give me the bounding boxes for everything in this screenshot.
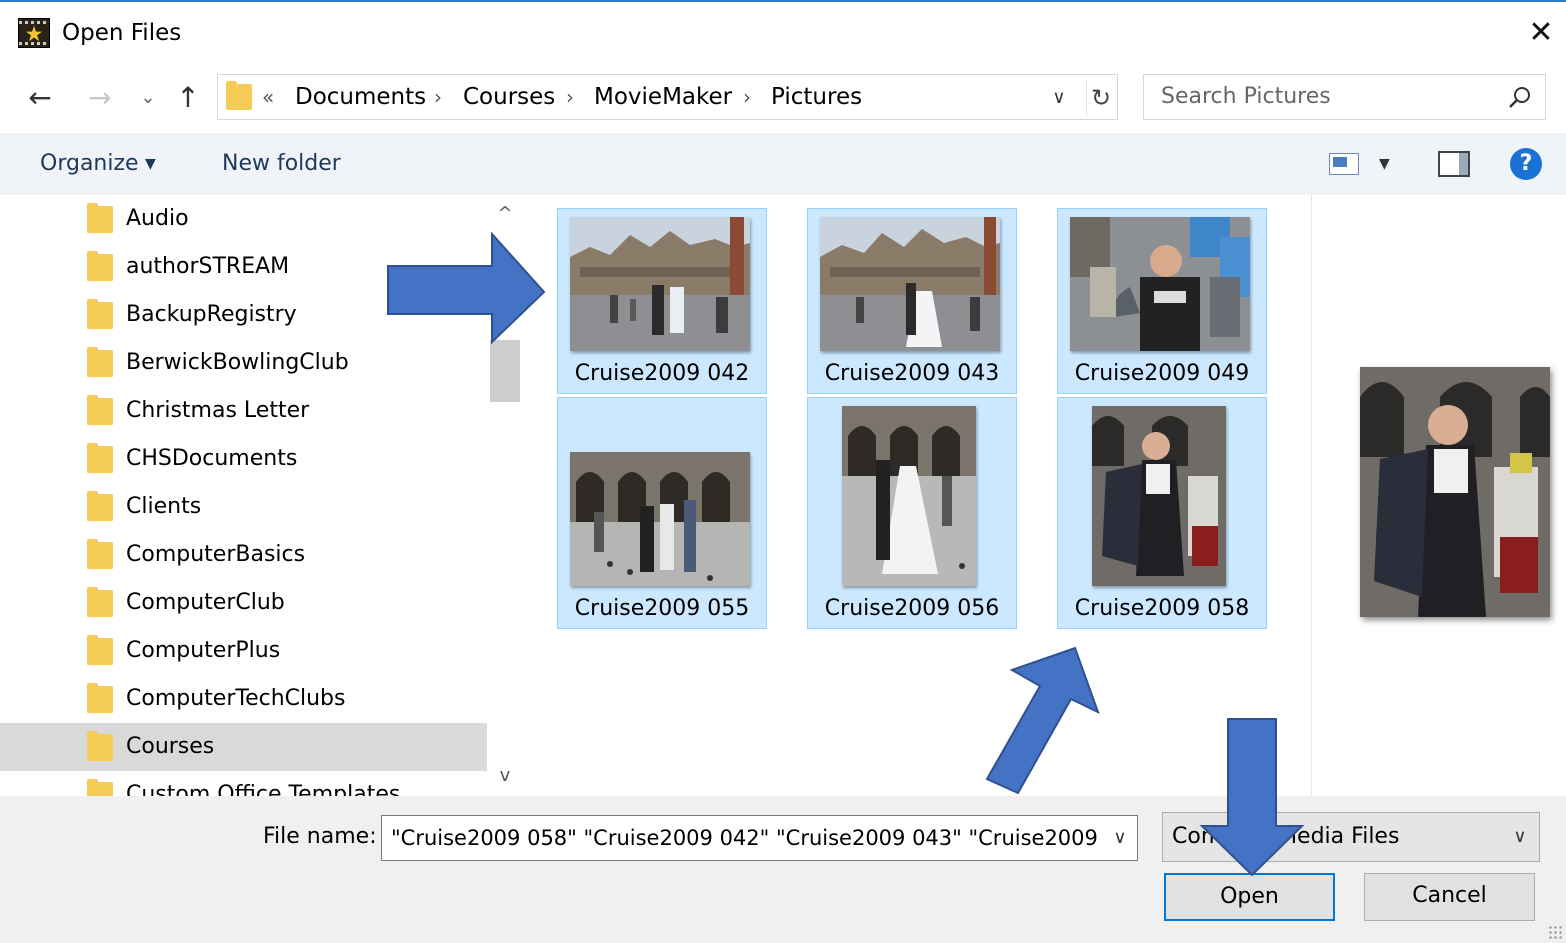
file-type-dropdown-icon[interactable]: ∨ — [1505, 820, 1535, 854]
up-arrow-icon[interactable]: ↑ — [170, 80, 206, 116]
folder-icon — [87, 251, 113, 281]
file-tile-cruise2009-055[interactable]: Cruise2009 055 — [557, 397, 767, 629]
forward-arrow-icon[interactable]: → — [82, 80, 118, 116]
preview-pane-icon[interactable] — [1438, 151, 1470, 177]
file-name: Cruise2009 055 — [574, 596, 750, 621]
file-tile-cruise2009-049[interactable]: Cruise2009 049 — [1057, 208, 1267, 394]
folder-icon — [87, 299, 113, 329]
movie-maker-app-icon: ★ — [18, 18, 50, 48]
sidebar-item-label: CHSDocuments — [126, 446, 298, 471]
sidebar-item-computertechclubs[interactable]: ComputerTechClubs — [0, 675, 487, 723]
sidebar-item-custom-office-templates[interactable]: Custom Office Templates — [0, 771, 487, 796]
preview-pane-divider — [1311, 195, 1312, 796]
breadcrumb-separator[interactable]: › — [566, 82, 574, 112]
refresh-icon[interactable]: ↻ — [1086, 80, 1115, 116]
file-name: Cruise2009 042 — [574, 361, 750, 386]
sidebar-item-authorstream[interactable]: authorSTREAM — [0, 243, 487, 291]
photo-thumbnail — [820, 217, 1000, 351]
breadcrumb-overflow[interactable]: « — [262, 82, 274, 112]
navigation-pane[interactable]: Audio authorSTREAM BackupRegistry BerwickBo… — [0, 195, 524, 796]
search-icon[interactable] — [1503, 80, 1535, 116]
photo-thumbnail — [570, 452, 750, 586]
sidebar-item-computerclub[interactable]: ComputerClub — [0, 579, 487, 627]
sidebar-item-chsdocuments[interactable]: CHSDocuments — [0, 435, 487, 483]
file-name: Cruise2009 049 — [1074, 361, 1250, 386]
breadcrumb-courses[interactable]: Courses — [463, 82, 555, 112]
folder-icon — [87, 491, 113, 521]
sidebar-item-label: Clients — [126, 494, 202, 519]
breadcrumb-separator[interactable]: › — [743, 82, 751, 112]
recent-locations-chevron-icon[interactable]: ⌄ — [136, 80, 160, 116]
folder-icon — [87, 203, 113, 233]
sidebar-item-label: ComputerTechClubs — [126, 686, 346, 711]
back-arrow-icon[interactable]: ← — [22, 80, 58, 116]
breadcrumb-moviemaker[interactable]: MovieMaker — [594, 82, 732, 112]
help-icon[interactable]: ? — [1510, 148, 1542, 180]
sidebar-item-label: ComputerClub — [126, 590, 285, 615]
file-tile-cruise2009-058[interactable]: Cruise2009 058 — [1057, 397, 1267, 629]
sidebar-item-audio[interactable]: Audio — [0, 195, 487, 243]
file-tile-cruise2009-042[interactable]: Cruise2009 042 — [557, 208, 767, 394]
folder-icon — [87, 395, 113, 425]
folder-icon — [226, 81, 252, 110]
organize-button[interactable]: Organize — [40, 150, 139, 178]
sidebar-item-computerplus[interactable]: ComputerPlus — [0, 627, 487, 675]
file-tile-cruise2009-056[interactable]: Cruise2009 056 — [807, 397, 1017, 629]
sidebar-item-label: Custom Office Templates — [126, 782, 401, 796]
folder-icon — [87, 539, 113, 569]
scroll-up-arrow-icon[interactable]: ^ — [490, 200, 520, 228]
breadcrumb-pictures[interactable]: Pictures — [771, 82, 862, 112]
address-dropdown-icon[interactable]: ∨ — [1046, 84, 1072, 112]
file-type-value: Common Media Files — [1172, 824, 1400, 849]
breadcrumb-separator[interactable]: › — [434, 82, 442, 112]
file-name: Cruise2009 056 — [824, 596, 1000, 621]
open-button[interactable]: Open — [1164, 873, 1335, 921]
sidebar-item-label: Audio — [126, 206, 189, 231]
preview-image — [1360, 367, 1550, 617]
folder-icon — [87, 635, 113, 665]
title-bar — [0, 2, 1566, 60]
folder-icon — [87, 587, 113, 617]
file-name-label: File name: — [263, 824, 377, 849]
folder-icon — [87, 731, 113, 761]
folder-icon — [87, 443, 113, 473]
sidebar-item-label: ComputerBasics — [126, 542, 306, 567]
sidebar-item-backupregistry[interactable]: BackupRegistry — [0, 291, 487, 339]
file-name: Cruise2009 058 — [1074, 596, 1250, 621]
sidebar-item-label: Christmas Letter — [126, 398, 310, 423]
sidebar-item-label: BerwickBowlingClub — [126, 350, 349, 375]
new-folder-button[interactable]: New folder — [222, 150, 341, 178]
folder-icon — [87, 683, 113, 713]
scrollbar-thumb[interactable] — [490, 340, 520, 402]
sidebar-item-label: authorSTREAM — [126, 254, 290, 279]
close-button[interactable]: ✕ — [1518, 12, 1564, 54]
photo-thumbnail — [570, 217, 750, 351]
file-name: Cruise2009 043 — [824, 361, 1000, 386]
resize-grip[interactable] — [1548, 925, 1562, 939]
photo-thumbnail — [1092, 406, 1226, 586]
folder-icon — [87, 347, 113, 377]
breadcrumb-documents[interactable]: Documents — [295, 82, 426, 112]
organize-caret-icon[interactable]: ▼ — [145, 150, 156, 178]
photo-thumbnail — [842, 406, 976, 586]
sidebar-item-berwickbowlingclub[interactable]: BerwickBowlingClub — [0, 339, 487, 387]
window-title: Open Files — [62, 20, 182, 46]
folder-icon — [87, 779, 113, 796]
sidebar-item-label: ComputerPlus — [126, 638, 281, 663]
sidebar-item-clients[interactable]: Clients — [0, 483, 487, 531]
change-view-icon[interactable] — [1329, 153, 1359, 175]
file-name-input[interactable]: "Cruise2009 058" "Cruise2009 042" "Cruis… — [391, 823, 1103, 853]
search-input[interactable]: Search Pictures — [1161, 83, 1331, 111]
scroll-down-arrow-icon[interactable]: v — [490, 762, 520, 790]
photo-thumbnail — [1070, 217, 1250, 351]
sidebar-item-christmas-letter[interactable]: Christmas Letter — [0, 387, 487, 435]
sidebar-item-computerbasics[interactable]: ComputerBasics — [0, 531, 487, 579]
sidebar-item-courses[interactable]: Courses — [0, 723, 487, 771]
file-tile-cruise2009-043[interactable]: Cruise2009 043 — [807, 208, 1017, 394]
sidebar-item-label: Courses — [126, 734, 215, 759]
sidebar-item-label: BackupRegistry — [126, 302, 297, 327]
cancel-button[interactable]: Cancel — [1364, 873, 1535, 921]
view-options-caret-icon[interactable]: ▼ — [1379, 150, 1390, 178]
file-name-dropdown-icon[interactable]: ∨ — [1106, 820, 1134, 856]
